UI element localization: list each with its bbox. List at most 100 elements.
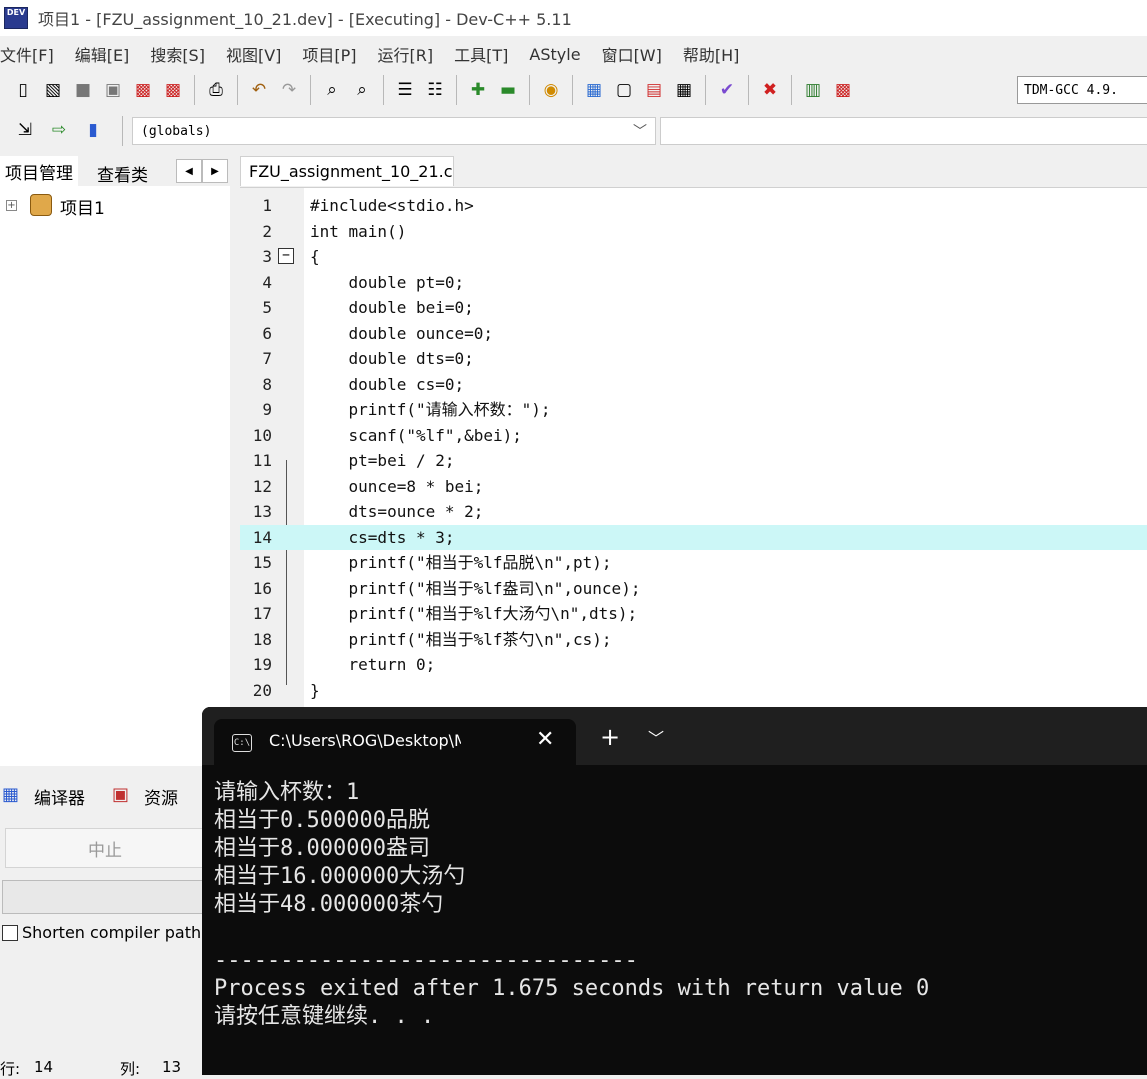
code-line[interactable]: 13 dts=ounce * 2; xyxy=(240,499,1147,525)
code-line[interactable]: 3 {− xyxy=(240,244,1147,270)
open-file-icon[interactable]: ▧ xyxy=(41,78,65,102)
tab-resources[interactable]: 资源 xyxy=(144,784,178,809)
code-text: int main() xyxy=(310,221,407,241)
unindent-icon[interactable]: ☷ xyxy=(423,78,447,102)
code-line[interactable]: 20} xyxy=(240,678,1147,704)
run-icon[interactable]: ▢ xyxy=(612,78,636,102)
goto-icon[interactable]: ⇲ xyxy=(13,118,37,142)
chevron-down-icon[interactable]: ﹀ xyxy=(648,725,664,749)
toolbar-divider xyxy=(705,75,706,105)
add-to-project-icon[interactable]: ✚ xyxy=(466,78,490,102)
globals-select-value: (globals) xyxy=(141,123,212,139)
tab-compiler[interactable]: 编译器 xyxy=(34,784,85,809)
project-options-icon[interactable]: ◉ xyxy=(539,78,563,102)
code-line[interactable]: 12 ounce=8 * bei; xyxy=(240,474,1147,500)
menu-run[interactable]: 运行[R] xyxy=(378,42,434,66)
project-tree-panel: + 项目1 xyxy=(0,186,230,766)
new-tab-icon[interactable]: + xyxy=(600,723,620,751)
syntax-check-icon[interactable]: ✔ xyxy=(715,78,739,102)
compiler-select[interactable]: TDM-GCC 4.9. xyxy=(1017,76,1147,104)
code-line[interactable]: 5 double bei=0; xyxy=(240,295,1147,321)
code-text: cs=dts * 3; xyxy=(310,527,455,547)
menu-file[interactable]: 文件[F] xyxy=(0,42,54,66)
remove-from-project-icon[interactable]: ▬ xyxy=(496,78,520,102)
code-line[interactable]: 9 printf("请输入杯数："); xyxy=(240,397,1147,423)
code-text: return 0; xyxy=(310,655,436,674)
tab-scroll-right-icon[interactable]: ▶ xyxy=(202,159,228,183)
code-line[interactable]: 1 #include<stdio.h> xyxy=(240,193,1147,219)
fold-collapse-icon[interactable]: − xyxy=(278,248,294,264)
compile-run-icon[interactable]: ▤ xyxy=(642,78,666,102)
code-line[interactable]: 8 double cs=0; xyxy=(240,372,1147,398)
code-text: printf("相当于%lf品脱\n",pt); xyxy=(310,553,612,572)
shorten-compiler-path-row[interactable]: Shorten compiler path xyxy=(2,923,201,942)
menu-help[interactable]: 帮助[H] xyxy=(683,42,740,66)
code-line[interactable]: 14 cs=dts * 3; xyxy=(240,524,1147,550)
bottom-panel-tabs: ▦ 编译器 ▣ 资源 xyxy=(0,782,230,812)
rebuild-icon[interactable]: ▦ xyxy=(672,78,696,102)
profile-icon[interactable]: ▥ xyxy=(801,78,825,102)
code-line[interactable]: 4 double pt=0; xyxy=(240,270,1147,296)
tab-project-manager[interactable]: 项目管理 xyxy=(0,156,78,186)
menu-edit[interactable]: 编辑[E] xyxy=(75,42,130,66)
bookmark-icon[interactable]: ▮ xyxy=(81,118,105,142)
code-text: double cs=0; xyxy=(310,374,465,394)
menu-astyle[interactable]: AStyle xyxy=(529,45,580,64)
code-line[interactable]: 16 printf("相当于%lf盎司\n",ounce); xyxy=(240,576,1147,602)
line-number: 6 xyxy=(262,323,272,343)
code-line[interactable]: 17 printf("相当于%lf大汤勺\n",dts); xyxy=(240,601,1147,627)
status-row-value: 14 xyxy=(34,1058,54,1076)
menu-project[interactable]: 项目[P] xyxy=(302,42,356,66)
menu-view[interactable]: 视图[V] xyxy=(226,42,281,66)
terminal-tab[interactable]: C:\ C:\Users\ROG\Desktop\MICHA ✕ xyxy=(214,719,576,765)
insert-icon[interactable]: ⇨ xyxy=(47,118,71,142)
replace-icon[interactable]: ⌕ xyxy=(350,78,374,102)
tab-scroll-left-icon[interactable]: ◀ xyxy=(176,159,202,183)
tab-class-view[interactable]: 查看类 xyxy=(92,158,153,188)
toolbar-divider xyxy=(456,75,457,105)
save-all-icon[interactable]: ▣ xyxy=(101,78,125,102)
save-icon[interactable]: ■ xyxy=(71,78,95,102)
close-file-icon[interactable]: ▩ xyxy=(131,78,155,102)
shorten-compiler-path-checkbox[interactable] xyxy=(2,924,18,941)
indent-icon[interactable]: ☰ xyxy=(393,78,417,102)
code-line[interactable]: 6 double ounce=0; xyxy=(240,321,1147,347)
menu-search[interactable]: 搜索[S] xyxy=(150,42,205,66)
close-icon[interactable]: ✕ xyxy=(536,727,554,752)
redo-icon[interactable]: ↷ xyxy=(277,78,301,102)
new-file-icon[interactable]: ▯ xyxy=(11,78,35,102)
code-line[interactable]: 7 double dts=0; xyxy=(240,346,1147,372)
stop-button[interactable]: 中止 xyxy=(5,828,205,868)
code-line[interactable]: 19 return 0; xyxy=(240,652,1147,678)
editor-tab-file[interactable]: FZU_assignment_10_21.c xyxy=(240,156,454,186)
expand-icon[interactable]: + xyxy=(6,200,17,211)
class-browser-select[interactable]: (globals) ﹀ xyxy=(132,117,656,145)
terminal-line: 相当于0.500000品脱 xyxy=(214,808,430,833)
code-text: scanf("%lf",&bei); xyxy=(310,425,522,445)
delete-profile-icon[interactable]: ▩ xyxy=(831,78,855,102)
print-icon[interactable]: ⎙ xyxy=(204,78,228,102)
line-number: 8 xyxy=(262,374,272,394)
line-number: 17 xyxy=(252,604,272,623)
close-all-icon[interactable]: ▩ xyxy=(161,78,185,102)
tree-item-project[interactable]: 项目1 xyxy=(60,194,105,219)
toolbar-divider xyxy=(383,75,384,105)
chevron-down-icon: ﹀ xyxy=(633,124,647,140)
window-title: 项目1 - [FZU_assignment_10_21.dev] - [Exec… xyxy=(38,10,572,29)
compile-icon[interactable]: ▦ xyxy=(582,78,606,102)
code-text: double bei=0; xyxy=(310,298,474,317)
code-editor[interactable]: 1 #include<stdio.h> 2 int main() 3{−4 double… xyxy=(240,187,1147,708)
stop-execution-icon[interactable]: ✖ xyxy=(758,78,782,102)
undo-icon[interactable]: ↶ xyxy=(247,78,271,102)
menu-window[interactable]: 窗口[W] xyxy=(602,42,662,66)
code-line[interactable]: 18 printf("相当于%lf茶勺\n",cs); xyxy=(240,627,1147,653)
code-line[interactable]: 11 pt=bei / 2; xyxy=(240,448,1147,474)
code-line[interactable]: 10 scanf("%lf",&bei); xyxy=(240,423,1147,449)
code-line[interactable]: 2 int main() xyxy=(240,219,1147,245)
member-select[interactable] xyxy=(660,117,1147,145)
find-icon[interactable]: ⌕ xyxy=(320,78,344,102)
code-line[interactable]: 15 printf("相当于%lf品脱\n",pt); xyxy=(240,550,1147,576)
menu-tools[interactable]: 工具[T] xyxy=(454,42,508,66)
terminal-window[interactable]: C:\ C:\Users\ROG\Desktop\MICHA ✕ + ﹀ 请输入… xyxy=(202,707,1147,1075)
toolbar-divider xyxy=(194,75,195,105)
